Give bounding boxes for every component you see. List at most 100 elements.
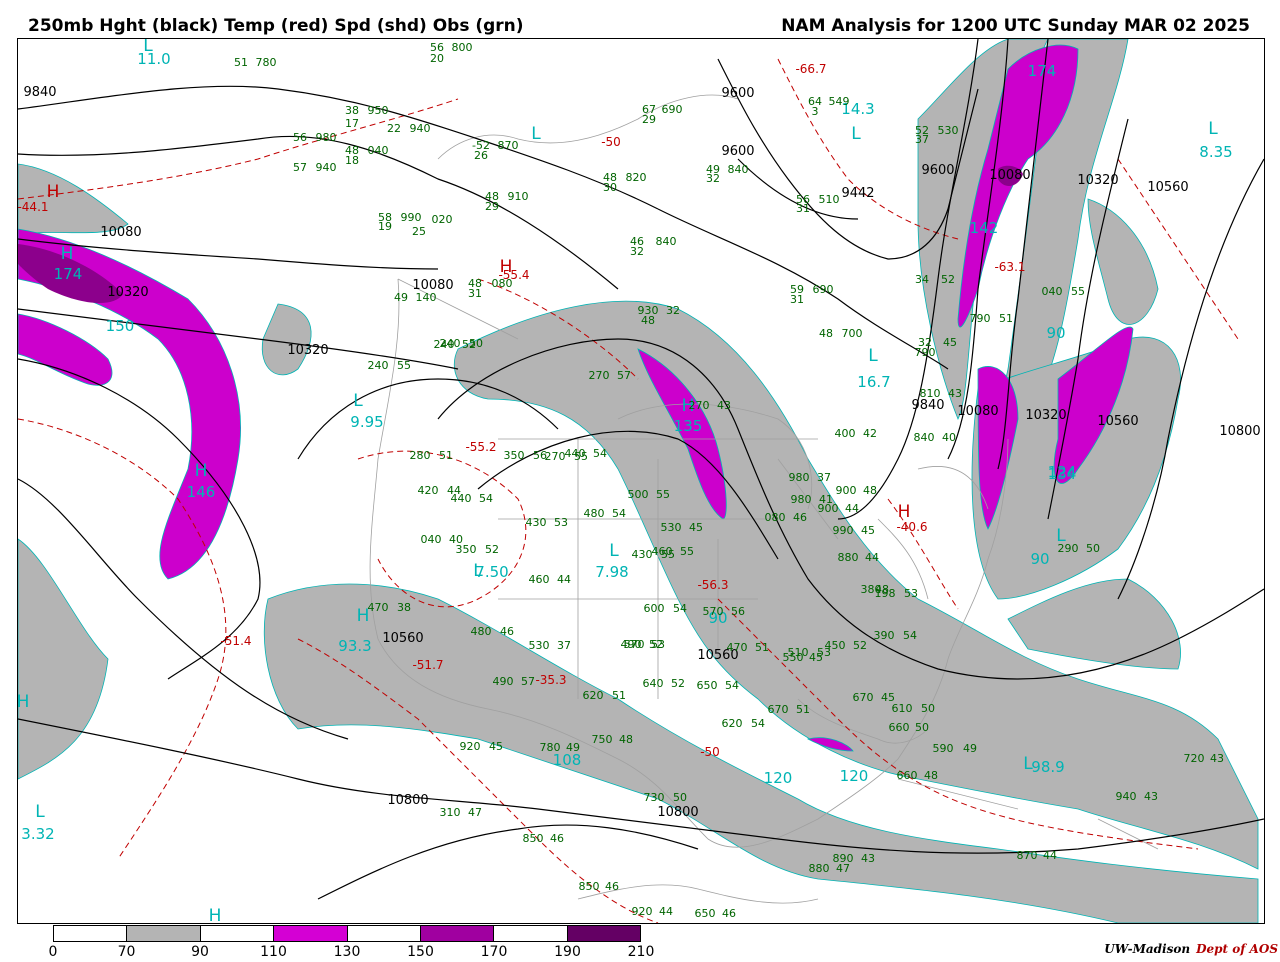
observation-value: 820 <box>626 171 647 184</box>
scale-segment <box>420 926 495 941</box>
observation-value: 38 <box>345 104 359 117</box>
scale-segment <box>494 926 568 941</box>
observation-value: 37 <box>817 471 831 484</box>
speed-label: 174 <box>54 265 83 283</box>
observation-value: 280 <box>410 449 431 462</box>
observation-value: 400 <box>835 427 856 440</box>
analysis-time-title: NAM Analysis for 1200 UTC Sunday MAR 02 … <box>781 16 1250 36</box>
observation-value: 40 <box>942 431 956 444</box>
observation-value: 460 <box>529 573 550 586</box>
observation-value: 390 <box>874 629 895 642</box>
temp-label: -63.1 <box>994 260 1025 274</box>
observation-value: 43 <box>1210 752 1224 765</box>
observation-value: 55 <box>1071 285 1085 298</box>
observation-value: 570 <box>703 605 724 618</box>
observation-value: 840 <box>914 431 935 444</box>
observation-value: 530 <box>529 639 550 652</box>
observation-value: 50 <box>673 791 687 804</box>
observation-value: 44 <box>1043 849 1057 862</box>
speed-label: 9.95 <box>350 413 383 431</box>
observation-value: 32 <box>666 304 680 317</box>
observation-value: 690 <box>813 283 834 296</box>
observation-value: 310 <box>440 806 461 819</box>
observation-value: 49 <box>963 742 977 755</box>
scale-segment <box>54 926 128 941</box>
observation-value: 46 <box>500 625 514 638</box>
observation-value: 080 <box>492 277 513 290</box>
observation-value: 430 <box>632 548 653 561</box>
observation-value: 620 <box>722 717 743 730</box>
observation-value: 470 <box>368 601 389 614</box>
pressure-center-marker: L <box>353 391 363 411</box>
observation-value: 48 <box>641 314 655 327</box>
observation-value: 52 <box>941 273 955 286</box>
observation-value: 720 <box>1184 752 1205 765</box>
height-label: 10320 <box>1077 173 1118 188</box>
observation-value: 440 <box>565 447 586 460</box>
observation-value: 22 <box>387 122 401 135</box>
observation-value: 990 <box>833 524 854 537</box>
credit-institution: UW-Madison <box>1104 942 1191 956</box>
observation-value: 17 <box>345 117 359 130</box>
observation-value: 45 <box>861 524 875 537</box>
observation-value: 54 <box>673 602 687 615</box>
temp-label: -66.7 <box>795 62 826 76</box>
observation-value: 650 <box>697 679 718 692</box>
observation-value: 51 <box>612 689 626 702</box>
temp-label: -40.6 <box>896 520 927 534</box>
observation-value: 55 <box>397 359 411 372</box>
observation-value: 270 <box>589 369 610 382</box>
observation-value: 29 <box>485 200 499 213</box>
observation-value: 610 <box>892 702 913 715</box>
observation-value: 48 <box>924 769 938 782</box>
observation-value: 198 <box>875 587 896 600</box>
temp-label: -51.4 <box>220 634 251 648</box>
observation-value: 800 <box>452 41 473 54</box>
observation-value: 43 <box>861 852 875 865</box>
observation-value: 48 <box>819 327 833 340</box>
scale-segment <box>274 926 348 941</box>
scale-segment <box>200 926 275 941</box>
observation-value: 46 <box>550 832 564 845</box>
observation-value: 53 <box>904 587 918 600</box>
temp-label: -56.3 <box>697 578 728 592</box>
observation-value: 20 <box>430 52 444 65</box>
height-label: 10560 <box>1097 414 1138 429</box>
observation-value: 56 <box>293 131 307 144</box>
observation-value: 940 <box>316 161 337 174</box>
height-label: 10080 <box>989 168 1030 183</box>
observation-value: 57 <box>521 675 535 688</box>
observation-value: 500 <box>628 488 649 501</box>
temp-label: -44.1 <box>18 200 49 214</box>
observation-value: 640 <box>643 677 664 690</box>
observation-value: 54 <box>751 717 765 730</box>
observation-value: 48 <box>619 733 633 746</box>
pressure-center-marker: H <box>18 692 29 712</box>
observation-value: 670 <box>768 703 789 716</box>
scale-tick-label: 90 <box>191 944 209 960</box>
observation-value: 44 <box>447 484 461 497</box>
observation-value: 549 <box>829 95 850 108</box>
observation-value: 790 <box>970 312 991 325</box>
observation-value: 080 <box>765 511 786 524</box>
observation-value: 690 <box>662 103 683 116</box>
weather-map: 9840 10080 10320 10080 10320 9600 9600 9442 9600… <box>18 39 1264 923</box>
observation-value: 30 <box>603 181 617 194</box>
observation-value: 880 <box>838 551 859 564</box>
height-label: 9600 <box>721 86 754 101</box>
speed-label: 120 <box>840 767 869 785</box>
observation-value: 900 <box>836 484 857 497</box>
observation-value: 32 <box>706 172 720 185</box>
observation-value: 44 <box>557 573 571 586</box>
observation-value: 980 <box>316 131 337 144</box>
pressure-center-marker: L <box>1208 119 1218 139</box>
observation-value: 31 <box>468 287 482 300</box>
pressure-center-marker: L <box>609 541 619 561</box>
observation-value: 51 <box>439 449 453 462</box>
observation-value: 26 <box>474 149 488 162</box>
speed-label: 142 <box>970 219 999 237</box>
observation-value: 57 <box>617 369 631 382</box>
observation-value: 54 <box>903 629 917 642</box>
observation-value: 49 <box>566 741 580 754</box>
observation-value: 020 <box>432 213 453 226</box>
